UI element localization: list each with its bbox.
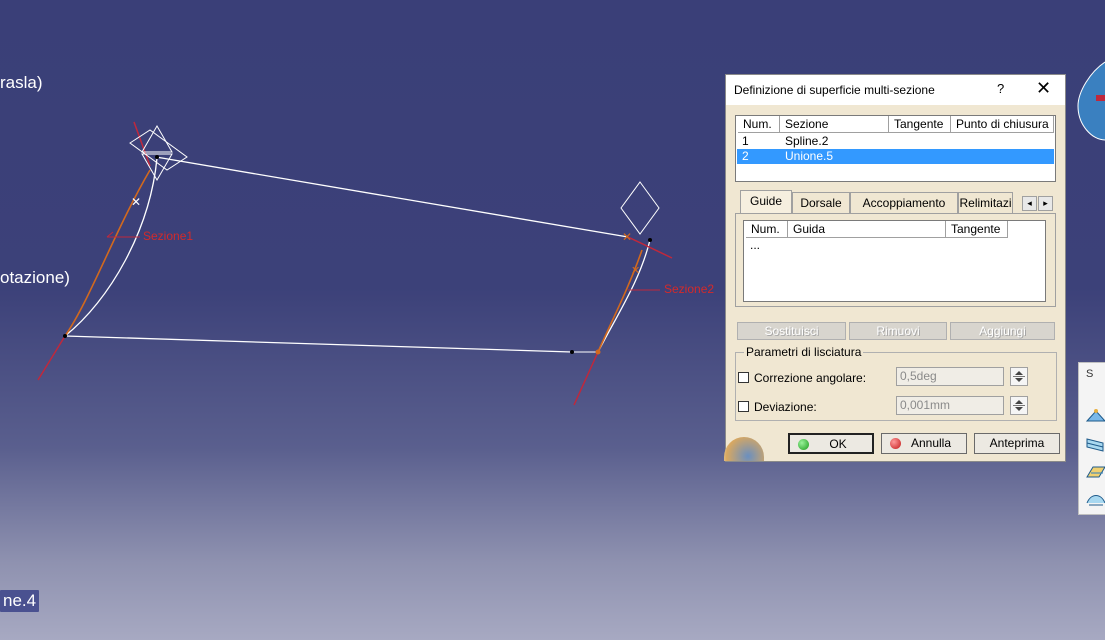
tree-label-rotazione[interactable]: otazione): [0, 268, 70, 288]
tree-label-item4[interactable]: ne.4: [0, 590, 40, 612]
dialog-title: Definizione di superficie multi-sezione: [734, 83, 935, 97]
section2-label[interactable]: Sezione2: [664, 282, 714, 296]
table-row-sezione[interactable]: Spline.2: [785, 134, 828, 149]
cancel-icon: [890, 438, 901, 449]
multi-section-surface-dialog: Definizione di superficie multi-sezione …: [724, 74, 1066, 462]
column-header-num[interactable]: Num.: [738, 116, 780, 133]
globe-icon: [724, 437, 764, 461]
angular-correction-field[interactable]: 0,5deg: [896, 367, 1004, 386]
angular-correction-checkbox[interactable]: [738, 372, 749, 383]
diamond-marker-icon: [620, 181, 660, 235]
annulla-button[interactable]: Annulla: [881, 433, 967, 454]
rimuovi-button: Rimuovi: [849, 322, 947, 340]
sweep-icon[interactable]: [1085, 463, 1105, 481]
tab-relimitazione[interactable]: Relimitazi: [958, 192, 1013, 214]
dialog-titlebar[interactable]: Definizione di superficie multi-sezione …: [726, 75, 1065, 105]
ok-label: OK: [829, 437, 847, 451]
deviation-checkbox[interactable]: [738, 401, 749, 412]
lower-edge-curve[interactable]: [64, 335, 573, 353]
svg-text:✕: ✕: [622, 230, 632, 244]
loft-icon[interactable]: [1085, 435, 1105, 453]
help-button[interactable]: ?: [997, 81, 1004, 96]
column-header-tangente[interactable]: Tangente: [889, 116, 951, 133]
multi-section-surface-icon[interactable]: [1085, 407, 1105, 425]
section1-label[interactable]: Sezione1: [143, 229, 193, 243]
ok-icon: [798, 439, 809, 450]
section1-tangent-line: [37, 335, 66, 381]
anteprima-button[interactable]: Anteprima: [974, 433, 1060, 454]
column-header-tangente[interactable]: Tangente: [946, 221, 1008, 238]
ok-button[interactable]: OK: [788, 433, 874, 454]
section2-tangent-line: [573, 351, 599, 406]
sections-list[interactable]: Num. Sezione Tangente Punto di chiusura …: [735, 115, 1056, 182]
angular-spinner-icon[interactable]: [1010, 367, 1028, 386]
sostituisci-button: Sostituisci: [737, 322, 846, 340]
guide-tab-panel: Num. Guida Tangente ...: [735, 213, 1056, 307]
table-row-num[interactable]: 1: [742, 134, 749, 149]
angular-correction-label: Correzione angolare:: [754, 371, 867, 385]
tab-guide[interactable]: Guide: [740, 190, 792, 214]
side-toolbar: S: [1078, 362, 1105, 515]
table-row-num[interactable]: 2: [742, 149, 749, 164]
toolbar-title: S: [1086, 368, 1094, 380]
aggiungi-button: Aggiungi: [950, 322, 1055, 340]
close-icon[interactable]: ✕: [1036, 78, 1051, 98]
closing-point-marker-icon: [141, 124, 173, 153]
annulla-label: Annulla: [910, 436, 952, 450]
tab-accoppiamento[interactable]: Accoppiamento: [850, 192, 958, 214]
smoothing-group-label: Parametri di lisciatura: [744, 345, 864, 359]
column-header-guida[interactable]: Guida: [788, 221, 946, 238]
guides-list[interactable]: Num. Guida Tangente ...: [743, 220, 1046, 302]
deviation-label: Deviazione:: [754, 400, 817, 414]
tab-scroll-right-icon[interactable]: ▸: [1038, 196, 1053, 211]
svg-text:✕: ✕: [631, 264, 640, 277]
table-row-num[interactable]: ...: [750, 238, 760, 253]
column-header-sezione[interactable]: Sezione: [780, 116, 889, 133]
tab-dorsale[interactable]: Dorsale: [792, 192, 850, 214]
deviation-field[interactable]: 0,001mm: [896, 396, 1004, 415]
blend-icon[interactable]: [1085, 491, 1105, 509]
tree-label-trasla[interactable]: rasla): [0, 73, 43, 93]
tab-scroll-left-icon[interactable]: ◂: [1022, 196, 1037, 211]
svg-text:✕: ✕: [131, 195, 141, 209]
column-header-num[interactable]: Num.: [746, 221, 788, 238]
column-header-punto-chiusura[interactable]: Punto di chiusura: [951, 116, 1054, 133]
table-row-sezione[interactable]: Unione.5: [785, 149, 833, 164]
deviation-spinner-icon[interactable]: [1010, 396, 1028, 415]
upper-edge-curve[interactable]: [155, 156, 629, 238]
